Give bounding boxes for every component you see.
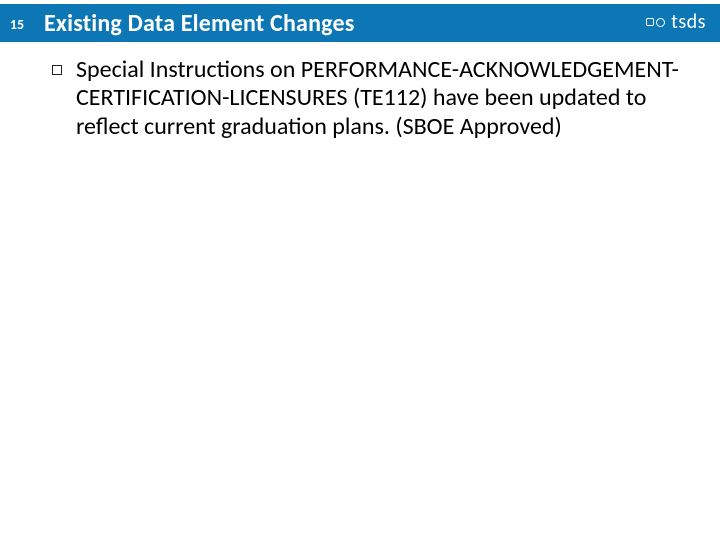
logo-text: tsds: [671, 10, 706, 34]
title-bar: 15 Existing Data Element Changes tsds: [0, 4, 720, 42]
page-number: 15: [0, 14, 34, 33]
slide: 15 Existing Data Element Changes tsds Sp…: [0, 0, 720, 540]
content-area: Special Instructions on PERFORMANCE-ACKN…: [52, 56, 696, 141]
bullet-text: Special Instructions on PERFORMANCE-ACKN…: [76, 56, 696, 141]
square-bullet-icon: [52, 65, 62, 75]
slide-title: Existing Data Element Changes: [34, 9, 355, 38]
list-item: Special Instructions on PERFORMANCE-ACKN…: [52, 56, 696, 141]
logo-glyphs-icon: [646, 18, 665, 27]
logo: tsds: [646, 10, 706, 34]
